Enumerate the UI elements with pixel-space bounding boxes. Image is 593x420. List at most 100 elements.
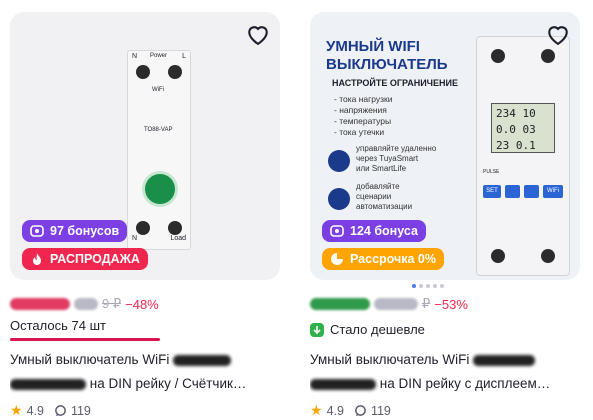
discount-label: −53% (434, 296, 468, 312)
promo-headline-line: УМНЫЙ WIFI (326, 38, 420, 55)
feature-line: управляйте удаленно (356, 144, 437, 153)
rating-value: 4.9 (326, 403, 344, 418)
bonus-badge: 124 бонуса (322, 220, 426, 242)
stock-label: Осталось 74 шт (10, 318, 106, 333)
redacted-text (473, 354, 536, 366)
screw-icon (491, 249, 505, 263)
product-title[interactable]: Умный выключатель WiFi (10, 348, 285, 372)
feature-line: через TuyaSmart (356, 154, 419, 163)
price-line: ₽ −53% (310, 296, 468, 312)
terminal-label: N (132, 53, 138, 60)
lcd-line: 23 0.1 (496, 139, 536, 152)
set-button-label: SET (483, 185, 501, 198)
bonus-icon (30, 225, 44, 237)
pulse-label: PULSE (483, 169, 500, 175)
terminal-label: L (182, 53, 186, 60)
lcd-line: 234 10 (496, 107, 536, 120)
lcd-display: 234 10 0.0 03 23 0.1 (491, 103, 555, 153)
sale-badge: РАСПРОДАЖА (22, 248, 148, 270)
redacted-text (10, 378, 86, 390)
up-arrow-icon (505, 185, 520, 198)
carousel-dot[interactable] (433, 284, 437, 288)
wifi-icon (328, 150, 350, 172)
title-line-2[interactable]: на DIN рейку / Счётчик… (90, 376, 247, 391)
product-title[interactable]: Умный выключатель WiFi (310, 348, 585, 372)
rating[interactable]: ★ 4.9 119 (10, 402, 91, 419)
heart-icon[interactable] (244, 20, 272, 48)
bonus-label: 97 бонусов (50, 224, 120, 238)
power-label: Power (150, 53, 168, 59)
screw-icon (541, 49, 555, 63)
product-photo: 234 10 0.0 03 23 0.1 PULSE SET WiFi (476, 36, 570, 276)
down-arrow-icon (524, 185, 539, 198)
comment-icon (55, 405, 66, 417)
comment-icon (355, 405, 366, 417)
wifi-button-label: WiFi (543, 185, 563, 198)
screw-icon (136, 65, 150, 79)
promo-feature: добавляйте сценарии автоматизации (356, 182, 412, 212)
terminal-label: N (132, 235, 138, 242)
feature-line: или SmartLife (356, 164, 407, 173)
feature-line: автоматизации (356, 202, 413, 211)
carousel-dot[interactable] (412, 284, 416, 288)
heart-icon[interactable] (544, 20, 572, 48)
current-price-redacted (310, 298, 370, 310)
carousel-dot[interactable] (419, 284, 423, 288)
redacted-text (173, 354, 232, 366)
lcd-line: 0.0 03 (496, 123, 536, 136)
rating-value: 4.9 (26, 403, 44, 418)
feature-line: сценарии (356, 192, 392, 201)
installment-label: Рассрочка 0% (350, 252, 436, 266)
price-drop-text: Стало дешевле (330, 322, 425, 337)
reviews-count: 119 (370, 403, 391, 418)
redacted-text (310, 378, 376, 390)
carousel-dot[interactable] (440, 284, 444, 288)
installment-icon (331, 253, 343, 265)
product-title[interactable]: на DIN рейку / Счётчик… (10, 372, 285, 396)
stock-bar (10, 338, 160, 341)
fire-icon (33, 253, 41, 265)
title-line-1[interactable]: Умный выключатель WiFi (310, 352, 469, 367)
screw-icon (136, 221, 150, 235)
screw-icon (168, 221, 182, 235)
current-price-redacted (10, 298, 70, 310)
promo-feature: управляйте удаленно через TuyaSmart или … (356, 144, 436, 174)
model-label: TO88-VAP (144, 127, 173, 133)
product-image[interactable]: N Power L WiFi TO88-VAP N Load 97 бонусо… (10, 12, 280, 280)
power-button-icon (142, 171, 178, 207)
carousel-dots[interactable] (412, 284, 444, 288)
reviews-count: 119 (70, 403, 91, 418)
screw-icon (491, 49, 505, 63)
feature-line: добавляйте (356, 182, 400, 191)
promo-limits-list: - тока нагрузки - напряжения - температу… (334, 94, 392, 138)
rating[interactable]: ★ 4.9 119 (310, 402, 391, 419)
promo-headline: УМНЫЙ WIFI ВЫКЛЮЧАТЕЛЬ (326, 38, 448, 74)
down-arrow-icon (310, 322, 324, 337)
star-icon: ★ (10, 402, 23, 418)
automation-icon (328, 188, 350, 210)
limit-item: - тока утечки (334, 127, 385, 137)
old-price: 9 ₽ (102, 296, 122, 311)
product-image[interactable]: УМНЫЙ WIFI ВЫКЛЮЧАТЕЛЬ НАСТРОЙТЕ ОГРАНИЧ… (310, 12, 580, 280)
limit-item: - тока нагрузки (334, 94, 393, 104)
old-price-redacted (374, 298, 418, 310)
price-line: 9 ₽ −48% (10, 296, 159, 312)
limit-item: - температуры (334, 116, 392, 126)
installment-badge: Рассрочка 0% (322, 248, 444, 270)
product-photo: N Power L WiFi TO88-VAP N Load (127, 50, 191, 250)
title-line-2[interactable]: на DIN рейку с дисплеем… (380, 376, 550, 391)
limit-item: - напряжения (334, 105, 387, 115)
bonus-label: 124 бонуса (350, 224, 418, 238)
price-drop-label: Стало дешевле (310, 322, 425, 337)
screw-icon (541, 249, 555, 263)
stock-bar-fill (10, 338, 160, 341)
discount-label: −48% (125, 296, 159, 312)
bonus-badge: 97 бонусов (22, 220, 128, 242)
wifi-label: WiFi (152, 87, 164, 93)
star-icon: ★ (310, 402, 323, 418)
product-title[interactable]: на DIN рейку с дисплеем… (310, 372, 585, 396)
old-price: ₽ (422, 296, 431, 311)
title-line-1[interactable]: Умный выключатель WiFi (10, 352, 169, 367)
carousel-dot[interactable] (426, 284, 430, 288)
terminal-label: Load (170, 235, 186, 242)
